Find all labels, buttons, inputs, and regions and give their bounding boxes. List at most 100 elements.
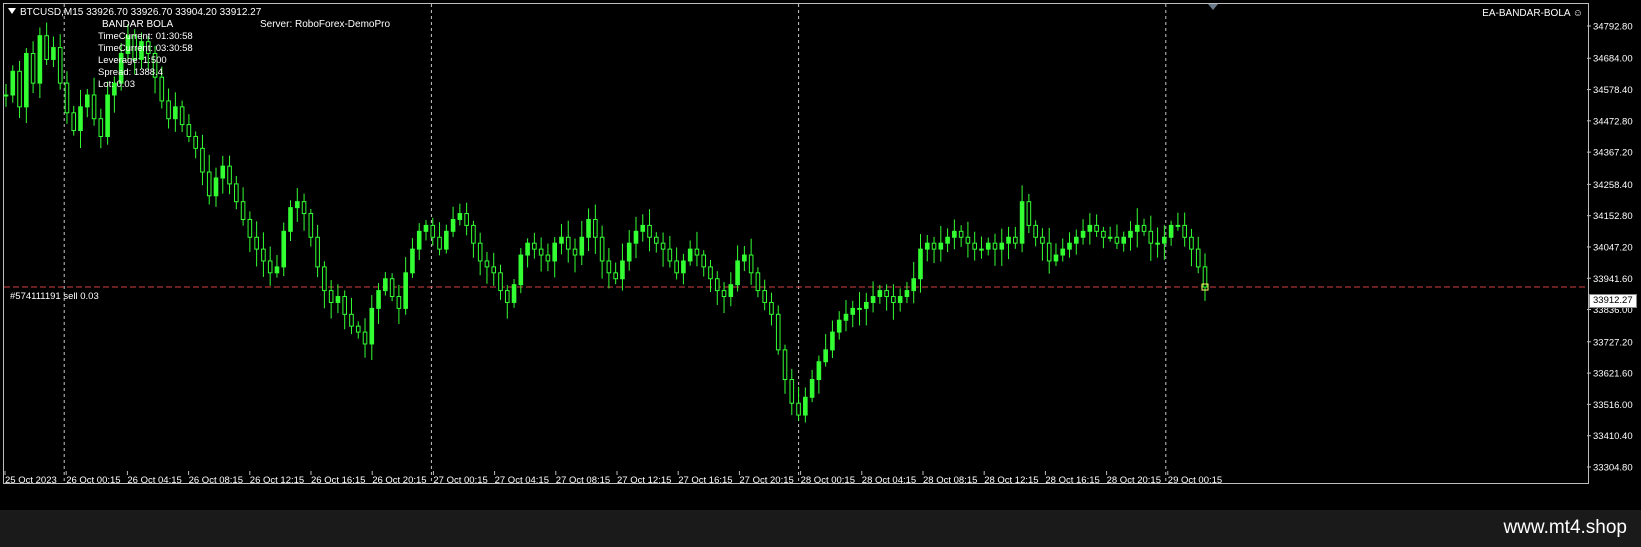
candle-body: [240, 201, 246, 220]
candle-body: [1026, 201, 1032, 226]
candle-body: [355, 325, 361, 333]
ea-info-time-current-2: TimeCurrent: 03:30:58: [98, 43, 193, 54]
candle-body: [1162, 236, 1167, 244]
candle-body: [1033, 224, 1038, 238]
candle-body: [315, 236, 320, 268]
candle-body: [91, 94, 97, 120]
candle-body: [30, 53, 36, 84]
candle-body: [159, 76, 165, 102]
candle-body: [403, 272, 408, 309]
candle-body: [328, 290, 334, 303]
candle-body: [593, 218, 598, 238]
candle-body: [552, 242, 557, 262]
candle-body: [301, 201, 307, 215]
candle-body: [1121, 236, 1127, 244]
candle-body: [349, 313, 354, 327]
candle-body: [884, 290, 889, 298]
candle-body: [477, 242, 483, 262]
candle-body: [999, 242, 1005, 250]
watermark-text: www.mt4.shop: [1503, 517, 1627, 538]
candle-body: [1073, 236, 1079, 244]
candle-body: [538, 248, 544, 256]
candle-body: [24, 53, 29, 108]
candle-body: [572, 248, 578, 256]
candle-body: [897, 296, 903, 303]
candle-body: [71, 112, 77, 132]
candle-body: [857, 307, 862, 310]
candle-body: [1094, 224, 1099, 232]
candle-body: [1046, 242, 1052, 262]
candle-body: [3, 94, 9, 97]
candle-body: [694, 248, 700, 256]
x-tick-label: 27 Oct 08:15: [556, 475, 610, 486]
candle-body: [220, 165, 226, 179]
candle-body: [98, 118, 104, 137]
candle-body: [173, 106, 178, 120]
candle-body: [37, 35, 43, 84]
x-tick-label: 28 Oct 08:15: [923, 475, 977, 486]
candle-body: [633, 230, 639, 244]
candle-body: [985, 242, 991, 250]
candle-body: [498, 272, 503, 292]
candle-body: [918, 248, 923, 280]
order-line-label[interactable]: #574111191 sell 0.03: [10, 291, 99, 303]
x-tick-label: 26 Oct 20:15: [372, 475, 426, 486]
ea-panel-title: BANDAR BOLA: [102, 19, 174, 30]
candle-body: [830, 331, 835, 351]
candle-body: [179, 106, 185, 126]
candle-body: [599, 236, 605, 262]
candle-body: [342, 296, 348, 315]
candle-body: [464, 213, 469, 226]
candle-body: [1013, 236, 1018, 244]
candle-body: [1134, 224, 1140, 232]
candle-body: [870, 296, 876, 303]
candle-body: [681, 260, 686, 274]
x-tick-label: 25 Oct 2023: [5, 475, 57, 486]
candle-body: [1107, 236, 1113, 239]
candle-body: [376, 290, 381, 309]
candle-body: [166, 100, 171, 120]
candle-body: [1155, 242, 1160, 245]
y-tick-label: 34047.20: [1593, 242, 1633, 253]
y-tick-label: 34472.80: [1593, 116, 1633, 127]
candle-body: [234, 183, 239, 203]
candle-body: [708, 266, 713, 280]
symbol-bar[interactable]: BTCUSD,M15 33926.70 33926.70 33904.20 33…: [8, 7, 261, 19]
candle-body: [714, 278, 720, 292]
candle-body: [606, 260, 612, 274]
candle-body: [850, 307, 856, 315]
candle-body: [423, 224, 429, 232]
price-chart[interactable]: 34792.80 34684.00 34578.40 34472.80 34367.20…: [0, 0, 1641, 510]
candle-body: [667, 248, 673, 262]
candle-body: [484, 260, 490, 268]
y-tick-label: 34367.20: [1593, 148, 1633, 159]
candle-body: [660, 242, 666, 250]
x-tick-label: 27 Oct 12:15: [617, 475, 671, 486]
candle-body: [924, 242, 930, 250]
candle-body: [84, 94, 90, 108]
candle-body: [938, 242, 944, 250]
dropdown-triangle-icon[interactable]: [8, 8, 16, 14]
candle-body: [430, 224, 436, 238]
candle-body: [816, 361, 822, 381]
candle-body: [525, 242, 530, 256]
candle-body: [518, 254, 524, 286]
expert-advisor-name[interactable]: EA-BANDAR-BOLA ☺: [1482, 8, 1583, 20]
candle-body: [945, 236, 950, 244]
candle-body: [51, 47, 56, 60]
candle-body: [1040, 236, 1045, 244]
candle-body: [1189, 236, 1194, 250]
y-tick-label: 33621.60: [1593, 369, 1633, 380]
y-tick-label: 34792.80: [1593, 22, 1633, 33]
candle-body: [227, 165, 232, 185]
candle-body: [965, 236, 971, 244]
candle-body: [789, 379, 795, 404]
candle-body: [10, 70, 16, 96]
candle-body: [322, 266, 327, 292]
candle-body: [952, 230, 957, 238]
candle-body: [1168, 224, 1174, 238]
candle-body: [775, 313, 781, 351]
ea-panel-server: Server: RoboForex-DemoPro: [260, 19, 391, 30]
symbol-quote-text: BTCUSD,M15 33926.70 33926.70 33904.20 33…: [20, 7, 262, 18]
candle-body: [803, 396, 808, 416]
